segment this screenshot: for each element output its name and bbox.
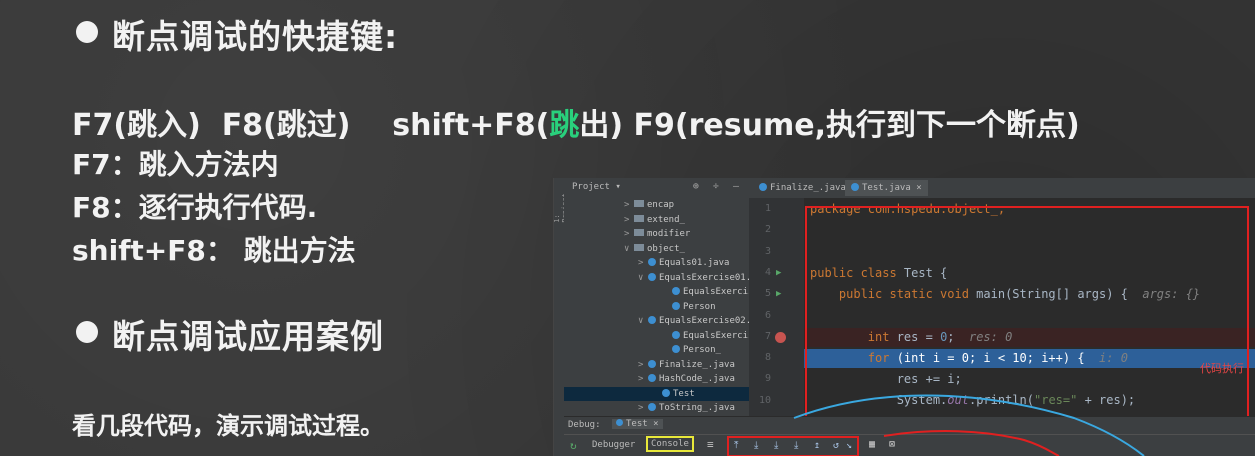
heading-case: 断点调试应用案例 [112,317,384,356]
shortcut-shift-f8-prefix: shift+F8( [392,108,550,143]
shortcut-f7: F7(跳入) [72,108,201,143]
shortcut-f9: F9(resume,执行到下一个断点) [633,108,1080,143]
footer-text: 看几段代码，演示调试过程。 [72,412,384,440]
shortcut-shift-f8-highlight: 跳 [549,108,580,143]
shortcut-f8: F8(跳过) [221,108,351,143]
bullet-2 [76,321,98,343]
annotation-curve [793,394,1145,456]
desc-f8: F8：逐行执行代码. [72,191,318,224]
bullet-1 [76,21,98,43]
desc-shift-f8: shift+F8： 跳出方法 [72,234,356,267]
shortcut-line: F7(跳入) F8(跳过) shift+F8(跳出) F9(resume,执行到… [72,100,1080,144]
ide-window: 1: Project Project ▾ ⊕ ÷ — >encap>extend… [553,178,1255,456]
desc-f7: F7：跳入方法内 [72,148,279,181]
shortcut-shift-f8-suffix: 出) [579,108,624,143]
heading-shortcuts: 断点调试的快捷键: [112,17,399,56]
